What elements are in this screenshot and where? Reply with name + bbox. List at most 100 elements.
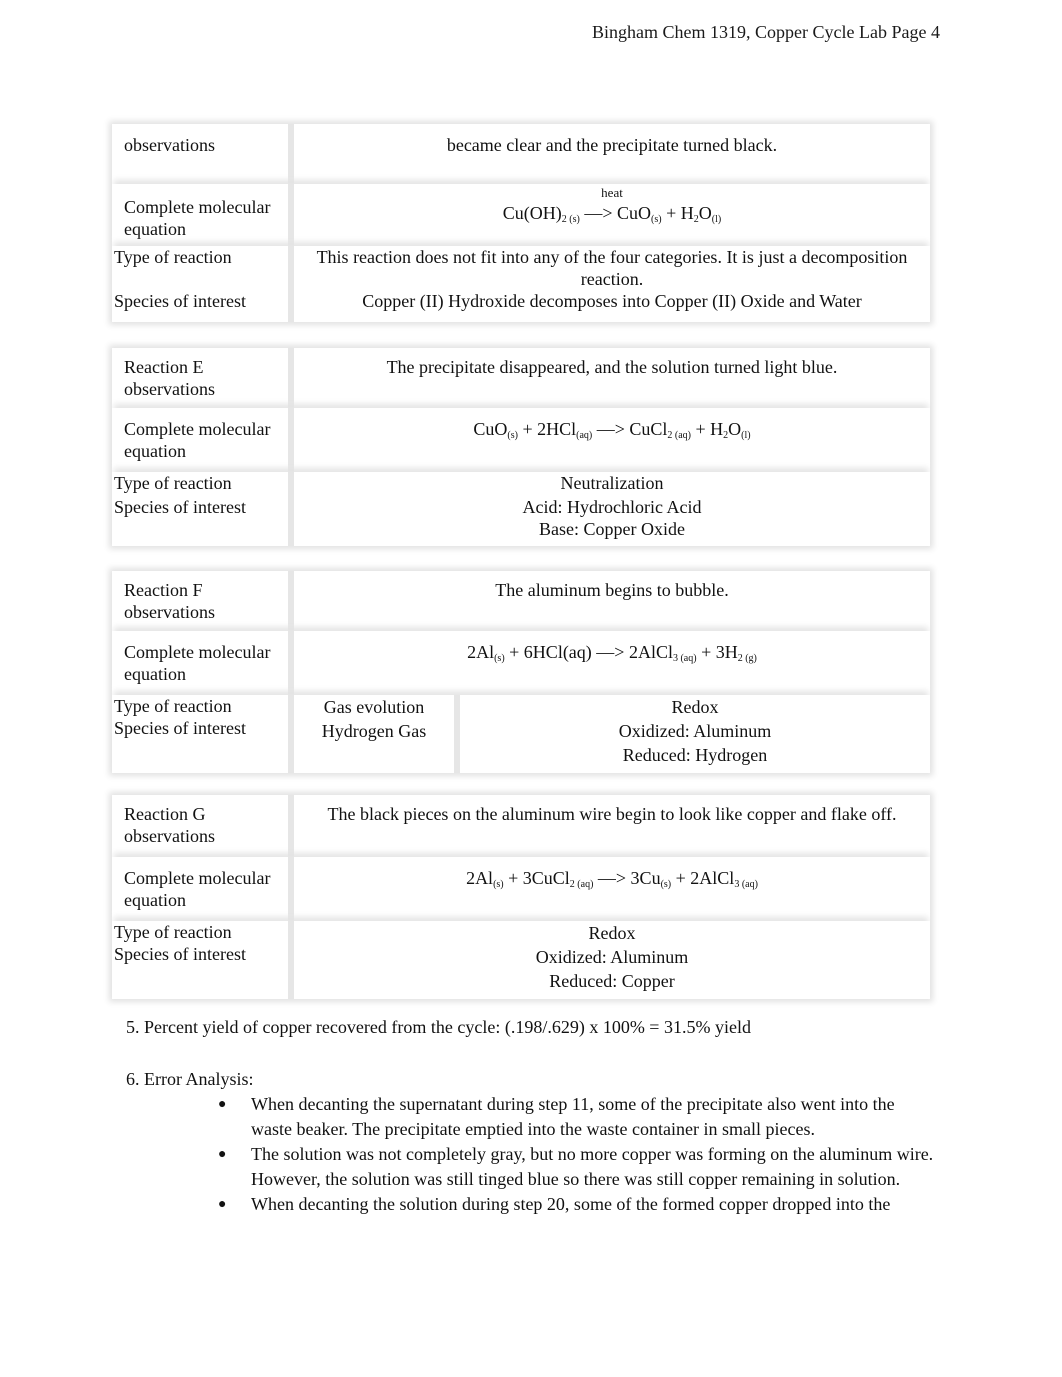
- chemical-equation: 2Al(s) + 3CuCl2 (aq) —> 3Cu(s) + 2AlCl3 …: [466, 868, 758, 890]
- type-species-row: Type of reaction Species of interest Red…: [112, 921, 930, 999]
- equation-value: CuO(s) + 2HCl(aq) —> CuCl2 (aq) + H2O(l): [294, 408, 930, 472]
- page-header: Bingham Chem 1319, Copper Cycle Lab Page…: [592, 22, 940, 42]
- reaction-f-table: Reaction F observations The aluminum beg…: [112, 571, 930, 773]
- equation-label: Complete molecular equation: [112, 184, 294, 246]
- formula-text: O: [698, 203, 712, 223]
- observations-label: Reaction E observations: [112, 348, 294, 408]
- chemical-equation: Cu(OH)2 (s) —> CuO(s) + H2O(l): [503, 203, 722, 225]
- species-label: Species of interest: [114, 718, 246, 738]
- formula-text: 2Al: [467, 642, 495, 662]
- error-item-text: When decanting the solution during step …: [251, 1194, 891, 1214]
- species-row: Species of interest Copper (II) Hydroxid…: [112, 290, 930, 322]
- type-value: This reaction does not fit into any of t…: [316, 247, 908, 289]
- formula-text: —> CuO: [579, 203, 652, 223]
- error-item: ● When decanting the solution during ste…: [216, 1192, 940, 1217]
- species-oxidized: Oxidized: Aluminum: [535, 947, 689, 967]
- formula-text: 2Al: [466, 868, 494, 888]
- gas-evolution-column: Gas evolution Hydrogen Gas: [294, 695, 460, 773]
- formula-text: —> CuCl: [592, 419, 668, 439]
- formula-text: + 2AlCl: [671, 868, 735, 888]
- type-label: Type of reaction: [112, 246, 294, 290]
- species-reduced: Reduced: Hydrogen: [622, 745, 768, 765]
- type-label: Type of reaction: [114, 696, 232, 716]
- bullet-icon: ●: [218, 1097, 227, 1112]
- equation-value: 2Al(s) + 3CuCl2 (aq) —> 3Cu(s) + 2AlCl3 …: [294, 857, 930, 921]
- subscript: (s): [507, 430, 518, 441]
- subscript: 3 (aq): [734, 879, 758, 890]
- formula-text: + H: [691, 419, 724, 439]
- type-value: Neutralization: [560, 473, 664, 493]
- reaction-e-table: Reaction E observations The precipitate …: [112, 348, 930, 546]
- subscript: (s): [493, 879, 504, 890]
- formula-text: + 2HCl: [517, 419, 577, 439]
- percent-yield: 5. Percent yield of copper recovered fro…: [126, 1017, 751, 1037]
- error-item-text: The solution was not completely gray, bu…: [251, 1144, 934, 1189]
- formula-text: + 3H: [696, 642, 738, 662]
- observations-value: The precipitate disappeared, and the sol…: [386, 357, 838, 377]
- error-analysis-list: ● When decanting the supernatant during …: [216, 1092, 940, 1217]
- species-label: Species of interest: [112, 290, 294, 322]
- species-reduced: Reduced: Copper: [549, 971, 675, 991]
- equation-row: Complete molecular equation 2Al(s) + 6HC…: [112, 631, 930, 695]
- subscript: (l): [741, 430, 751, 441]
- subscript: (s): [660, 879, 672, 890]
- chemical-equation: 2Al(s) + 6HCl(aq) —> 2AlCl3 (aq) + 3H2 (…: [467, 642, 757, 664]
- error-item: ● When decanting the supernatant during …: [216, 1092, 940, 1142]
- subscript: (l): [711, 214, 722, 225]
- equation-row: Complete molecular equation 2Al(s) + 3Cu…: [112, 857, 930, 921]
- type-species-values: Redox Oxidized: Aluminum Reduced: Copper: [294, 921, 930, 999]
- formula-text: —> 3Cu: [593, 868, 661, 888]
- formula-text: + H: [661, 203, 694, 223]
- subscript: 2 (aq): [569, 879, 594, 890]
- error-item: ● The solution was not completely gray, …: [216, 1142, 940, 1192]
- subscript: 2 (s): [561, 214, 580, 225]
- observations-row: Reaction E observations The precipitate …: [112, 348, 930, 408]
- type-value: Redox: [588, 923, 636, 943]
- type-row: Type of reaction This reaction does not …: [112, 246, 930, 290]
- type-species-values: Gas evolution Hydrogen Gas Redox Oxidize…: [294, 695, 930, 773]
- reaction-g-table: Reaction G observations The black pieces…: [112, 795, 930, 999]
- subscript: 2 (aq): [667, 430, 692, 441]
- observations-label: Reaction F observations: [112, 571, 294, 631]
- type-redox: Redox: [671, 697, 719, 717]
- bullet-icon: ●: [218, 1147, 227, 1162]
- equation-row: Complete molecular equation heat Cu(OH)2…: [112, 184, 930, 246]
- formula-text: + 3CuCl: [503, 868, 570, 888]
- species-row: Species of interest Acid: Hydrochloric A…: [112, 496, 930, 546]
- type-label: Type of reaction: [114, 922, 232, 942]
- observations-label: Reaction G observations: [112, 795, 294, 857]
- chemical-equation: CuO(s) + 2HCl(aq) —> CuCl2 (aq) + H2O(l): [473, 419, 751, 441]
- observations-row: Reaction G observations The black pieces…: [112, 795, 930, 857]
- type-species-labels: Type of reaction Species of interest: [112, 695, 294, 773]
- observations-row: observations became clear and the precip…: [112, 124, 930, 184]
- type-gas-evolution: Gas evolution: [323, 697, 425, 717]
- subscript: (s): [494, 653, 505, 664]
- equation-label: Complete molecular equation: [112, 857, 294, 921]
- heat-label: heat: [601, 185, 623, 200]
- formula-text: + 6HCl(aq) —> 2AlCl: [504, 642, 673, 662]
- equation-row: Complete molecular equation CuO(s) + 2HC…: [112, 408, 930, 472]
- equation-value: heat Cu(OH)2 (s) —> CuO(s) + H2O(l): [294, 184, 930, 246]
- equation-label: Complete molecular equation: [112, 631, 294, 695]
- type-species-labels: Type of reaction Species of interest: [112, 921, 294, 999]
- equation-value: 2Al(s) + 6HCl(aq) —> 2AlCl3 (aq) + 3H2 (…: [294, 631, 930, 695]
- observations-value: became clear and the precipitate turned …: [446, 135, 778, 155]
- subscript: 3 (aq): [672, 653, 697, 664]
- type-label: Type of reaction: [112, 472, 294, 496]
- error-item-text: When decanting the supernatant during st…: [251, 1094, 895, 1139]
- error-analysis-heading: 6. Error Analysis:: [126, 1069, 254, 1089]
- species-label: Species of interest: [112, 496, 294, 546]
- species-value: Copper (II) Hydroxide decomposes into Co…: [362, 291, 862, 311]
- species-hydrogen-gas: Hydrogen Gas: [321, 721, 427, 741]
- formula-text: CuO: [473, 419, 508, 439]
- observations-value: The black pieces on the aluminum wire be…: [327, 804, 897, 824]
- species-value: Acid: Hydrochloric Acid Base: Copper Oxi…: [294, 496, 930, 546]
- formula-text: O: [728, 419, 742, 439]
- observations-value: The aluminum begins to bubble.: [495, 580, 729, 600]
- type-species-row: Type of reaction Species of interest Gas…: [112, 695, 930, 773]
- species-acid: Acid: Hydrochloric Acid: [522, 497, 702, 517]
- redox-column: Redox Oxidized: Aluminum Reduced: Hydrog…: [460, 695, 930, 773]
- species-oxidized: Oxidized: Aluminum: [618, 721, 772, 741]
- bullet-icon: ●: [218, 1197, 227, 1212]
- equation-label: Complete molecular equation: [112, 408, 294, 472]
